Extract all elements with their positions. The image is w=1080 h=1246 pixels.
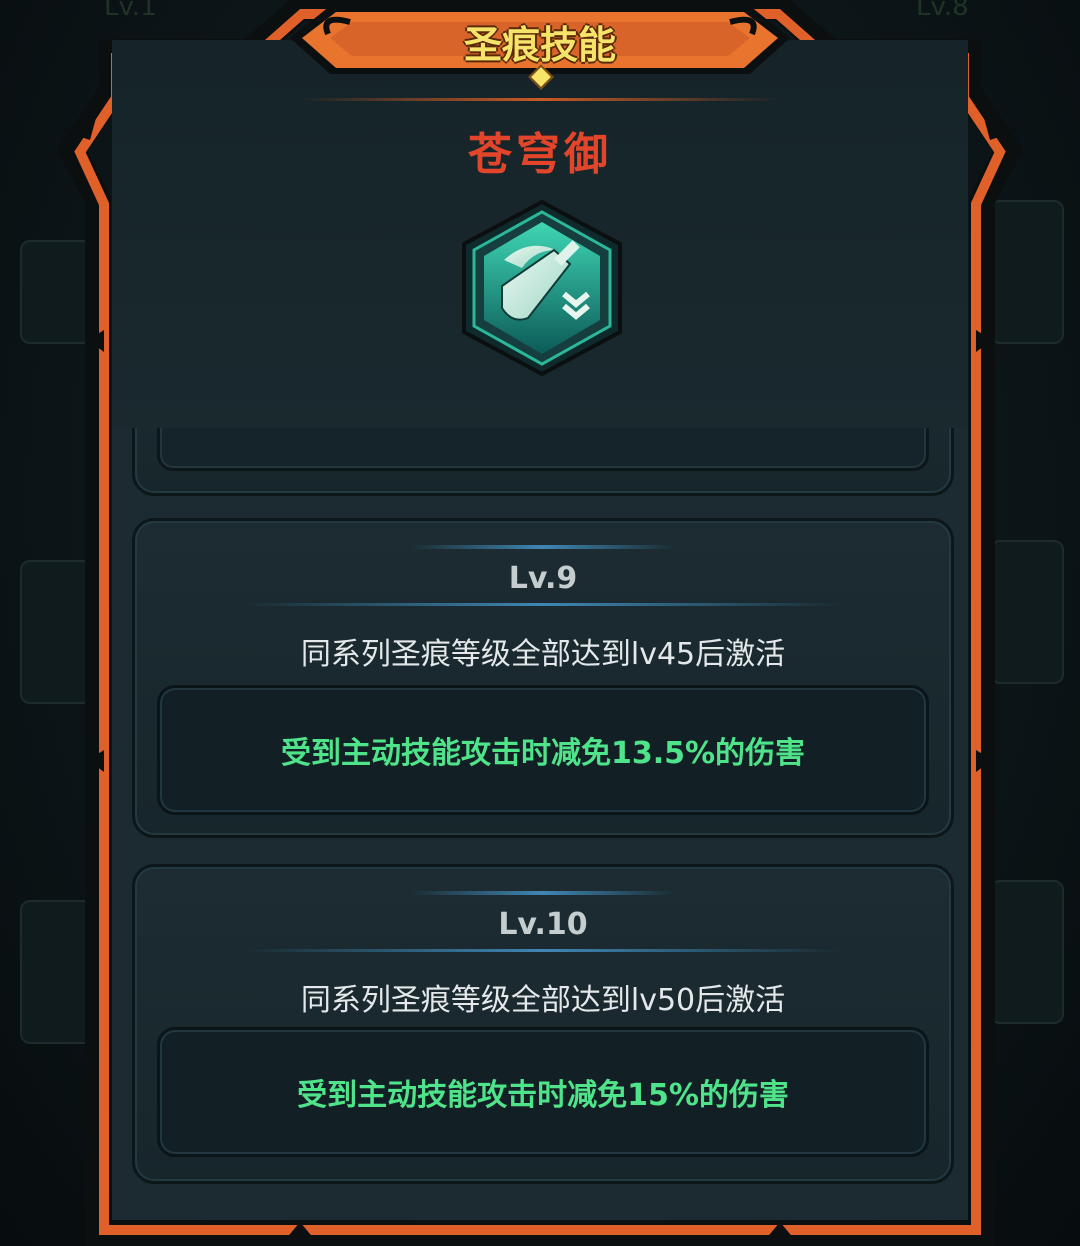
card-divider [245,603,841,606]
card-divider [410,891,676,895]
skill-name: 苍穹御 [468,129,612,180]
effect-text: 受到主动技能攻击时减免15%的伤害 [297,1078,789,1113]
effect-text: 受到主动技能攻击时减免13.5%的伤害 [280,736,806,771]
level-label: Lv.10 [498,907,588,942]
effect-box: 受到主动技能攻击时减免13.5%的伤害 [157,685,929,815]
level-card: Lv.9 同系列圣痕等级全部达到lv45后激活 受到主动技能攻击时减免13.5%… [132,518,954,838]
activation-condition: 同系列圣痕等级全部达到lv50后激活 [300,983,786,1018]
level-label: Lv.9 [508,561,578,596]
header-divider [300,98,780,101]
card-divider [410,545,676,549]
card-divider [245,949,841,952]
skill-dialog-screen: Lv.1 Lv.8 圣痕技能 苍穹御 Lv.9 同系列圣痕等级全部达到lv45后… [0,0,1080,1246]
level-card: Lv.10 同系列圣痕等级全部达到lv50后激活 受到主动技能攻击时减免15%的… [132,864,954,1184]
dialog-title: 圣痕技能 [463,23,616,67]
effect-box: 受到主动技能攻击时减免15%的伤害 [157,1027,929,1157]
activation-condition: 同系列圣痕等级全部达到lv45后激活 [300,637,786,672]
sword-shield-icon [462,199,622,377]
